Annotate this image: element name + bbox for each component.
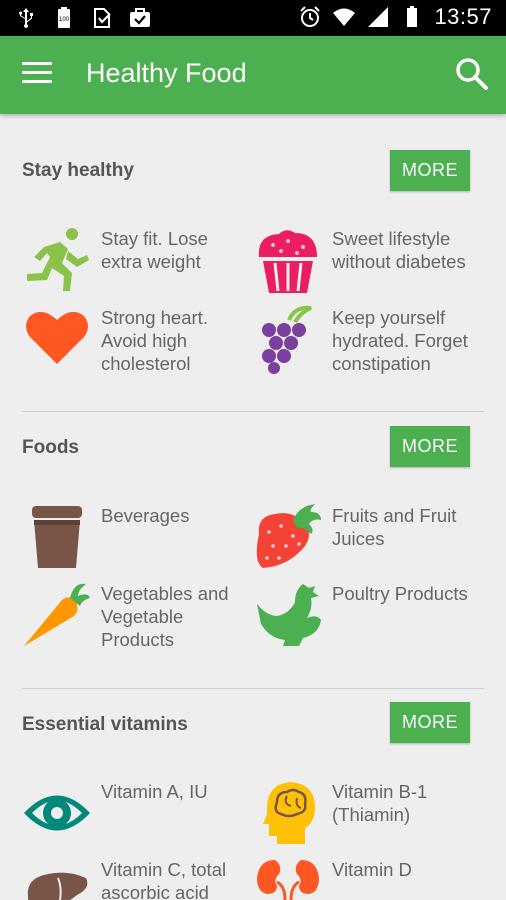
item-label: Vitamin B-1 (Thiamin) <box>332 781 428 825</box>
app-title: Healthy Food <box>86 58 247 88</box>
item-label: Strong heart. Avoid high cholesterol <box>101 307 208 374</box>
item-poultry[interactable]: Poultry Products <box>253 580 484 654</box>
chicken-icon <box>257 584 321 646</box>
wifi-icon <box>333 8 356 26</box>
battery-100-icon: 100 <box>58 7 70 28</box>
item-vitamin-a[interactable]: Vitamin A, IU <box>22 778 253 852</box>
section-essential-vitamins: Essential vitamins MORE Vitamin A, IU Vi… <box>22 666 484 900</box>
carrot-icon <box>24 583 90 646</box>
item-label: Poultry Products <box>332 583 468 604</box>
coffee-cup-icon <box>32 506 82 568</box>
section-stay-healthy: Stay healthy MORE Stay fit. Lose extra w… <box>22 114 484 414</box>
item-vegetables[interactable]: Vegetables and Vegetable Products <box>22 580 253 654</box>
cupcake-icon <box>258 230 317 293</box>
item-label: Vitamin D <box>332 859 412 880</box>
item-label: Fruits and Fruit Juices <box>332 505 457 549</box>
item-strong-heart[interactable]: Strong heart. Avoid high cholesterol <box>22 304 253 378</box>
more-button-stay-healthy[interactable]: MORE <box>390 150 470 191</box>
grapes-icon <box>262 305 312 374</box>
more-button-vitamins[interactable]: MORE <box>390 702 470 743</box>
item-hydrated[interactable]: Keep yourself hydrated. Forget constipat… <box>253 304 484 378</box>
search-icon[interactable] <box>454 56 490 92</box>
status-notifications: 100 <box>14 6 152 30</box>
item-sweet-lifestyle[interactable]: Sweet lifestyle without diabetes <box>253 225 484 299</box>
section-foods: Foods MORE Beverages Fruits and Fruit Ju… <box>22 390 484 690</box>
running-person-icon <box>27 228 89 291</box>
briefcase-check-icon <box>130 8 150 27</box>
section-title: Foods <box>22 437 79 458</box>
app-bar: Healthy Food <box>0 36 506 114</box>
battery-level-text: 100 <box>59 17 70 23</box>
item-beverages[interactable]: Beverages <box>22 502 253 576</box>
status-bar: 100 13:57 <box>0 0 506 36</box>
item-vitamin-b1[interactable]: Vitamin B-1 (Thiamin) <box>253 778 484 852</box>
item-label: Sweet lifestyle without diabetes <box>332 228 466 272</box>
item-label: Keep yourself hydrated. Forget constipat… <box>332 307 468 374</box>
item-label: Stay fit. Lose extra weight <box>101 228 208 272</box>
download-icon <box>94 8 111 28</box>
alarm-icon <box>300 6 321 27</box>
status-system: 13:57 <box>298 4 492 30</box>
item-vitamin-d[interactable]: Vitamin D <box>253 856 484 900</box>
more-button-foods[interactable]: MORE <box>390 426 470 467</box>
content-list: Stay healthy MORE Stay fit. Lose extra w… <box>0 114 506 900</box>
item-vitamin-c[interactable]: Vitamin C, total ascorbic acid <box>22 856 253 900</box>
signal-icon <box>368 7 389 27</box>
strawberry-icon <box>256 504 321 568</box>
brain-head-icon <box>263 782 315 844</box>
item-fruits[interactable]: Fruits and Fruit Juices <box>253 502 484 576</box>
item-label: Vitamin C, total ascorbic acid <box>101 859 227 900</box>
clock: 13:57 <box>434 4 492 29</box>
item-label: Beverages <box>101 505 190 526</box>
item-stay-fit[interactable]: Stay fit. Lose extra weight <box>22 225 253 299</box>
section-title: Essential vitamins <box>22 714 188 735</box>
eye-icon <box>24 795 90 831</box>
liver-icon <box>27 872 88 900</box>
kidneys-icon <box>257 860 319 900</box>
usb-icon <box>19 8 33 28</box>
battery-icon <box>407 6 418 27</box>
item-label: Vitamin A, IU <box>101 781 208 802</box>
section-title: Stay healthy <box>22 160 134 181</box>
hamburger-menu-icon[interactable] <box>22 62 52 88</box>
heart-icon <box>26 311 88 364</box>
item-label: Vegetables and Vegetable Products <box>101 583 229 650</box>
